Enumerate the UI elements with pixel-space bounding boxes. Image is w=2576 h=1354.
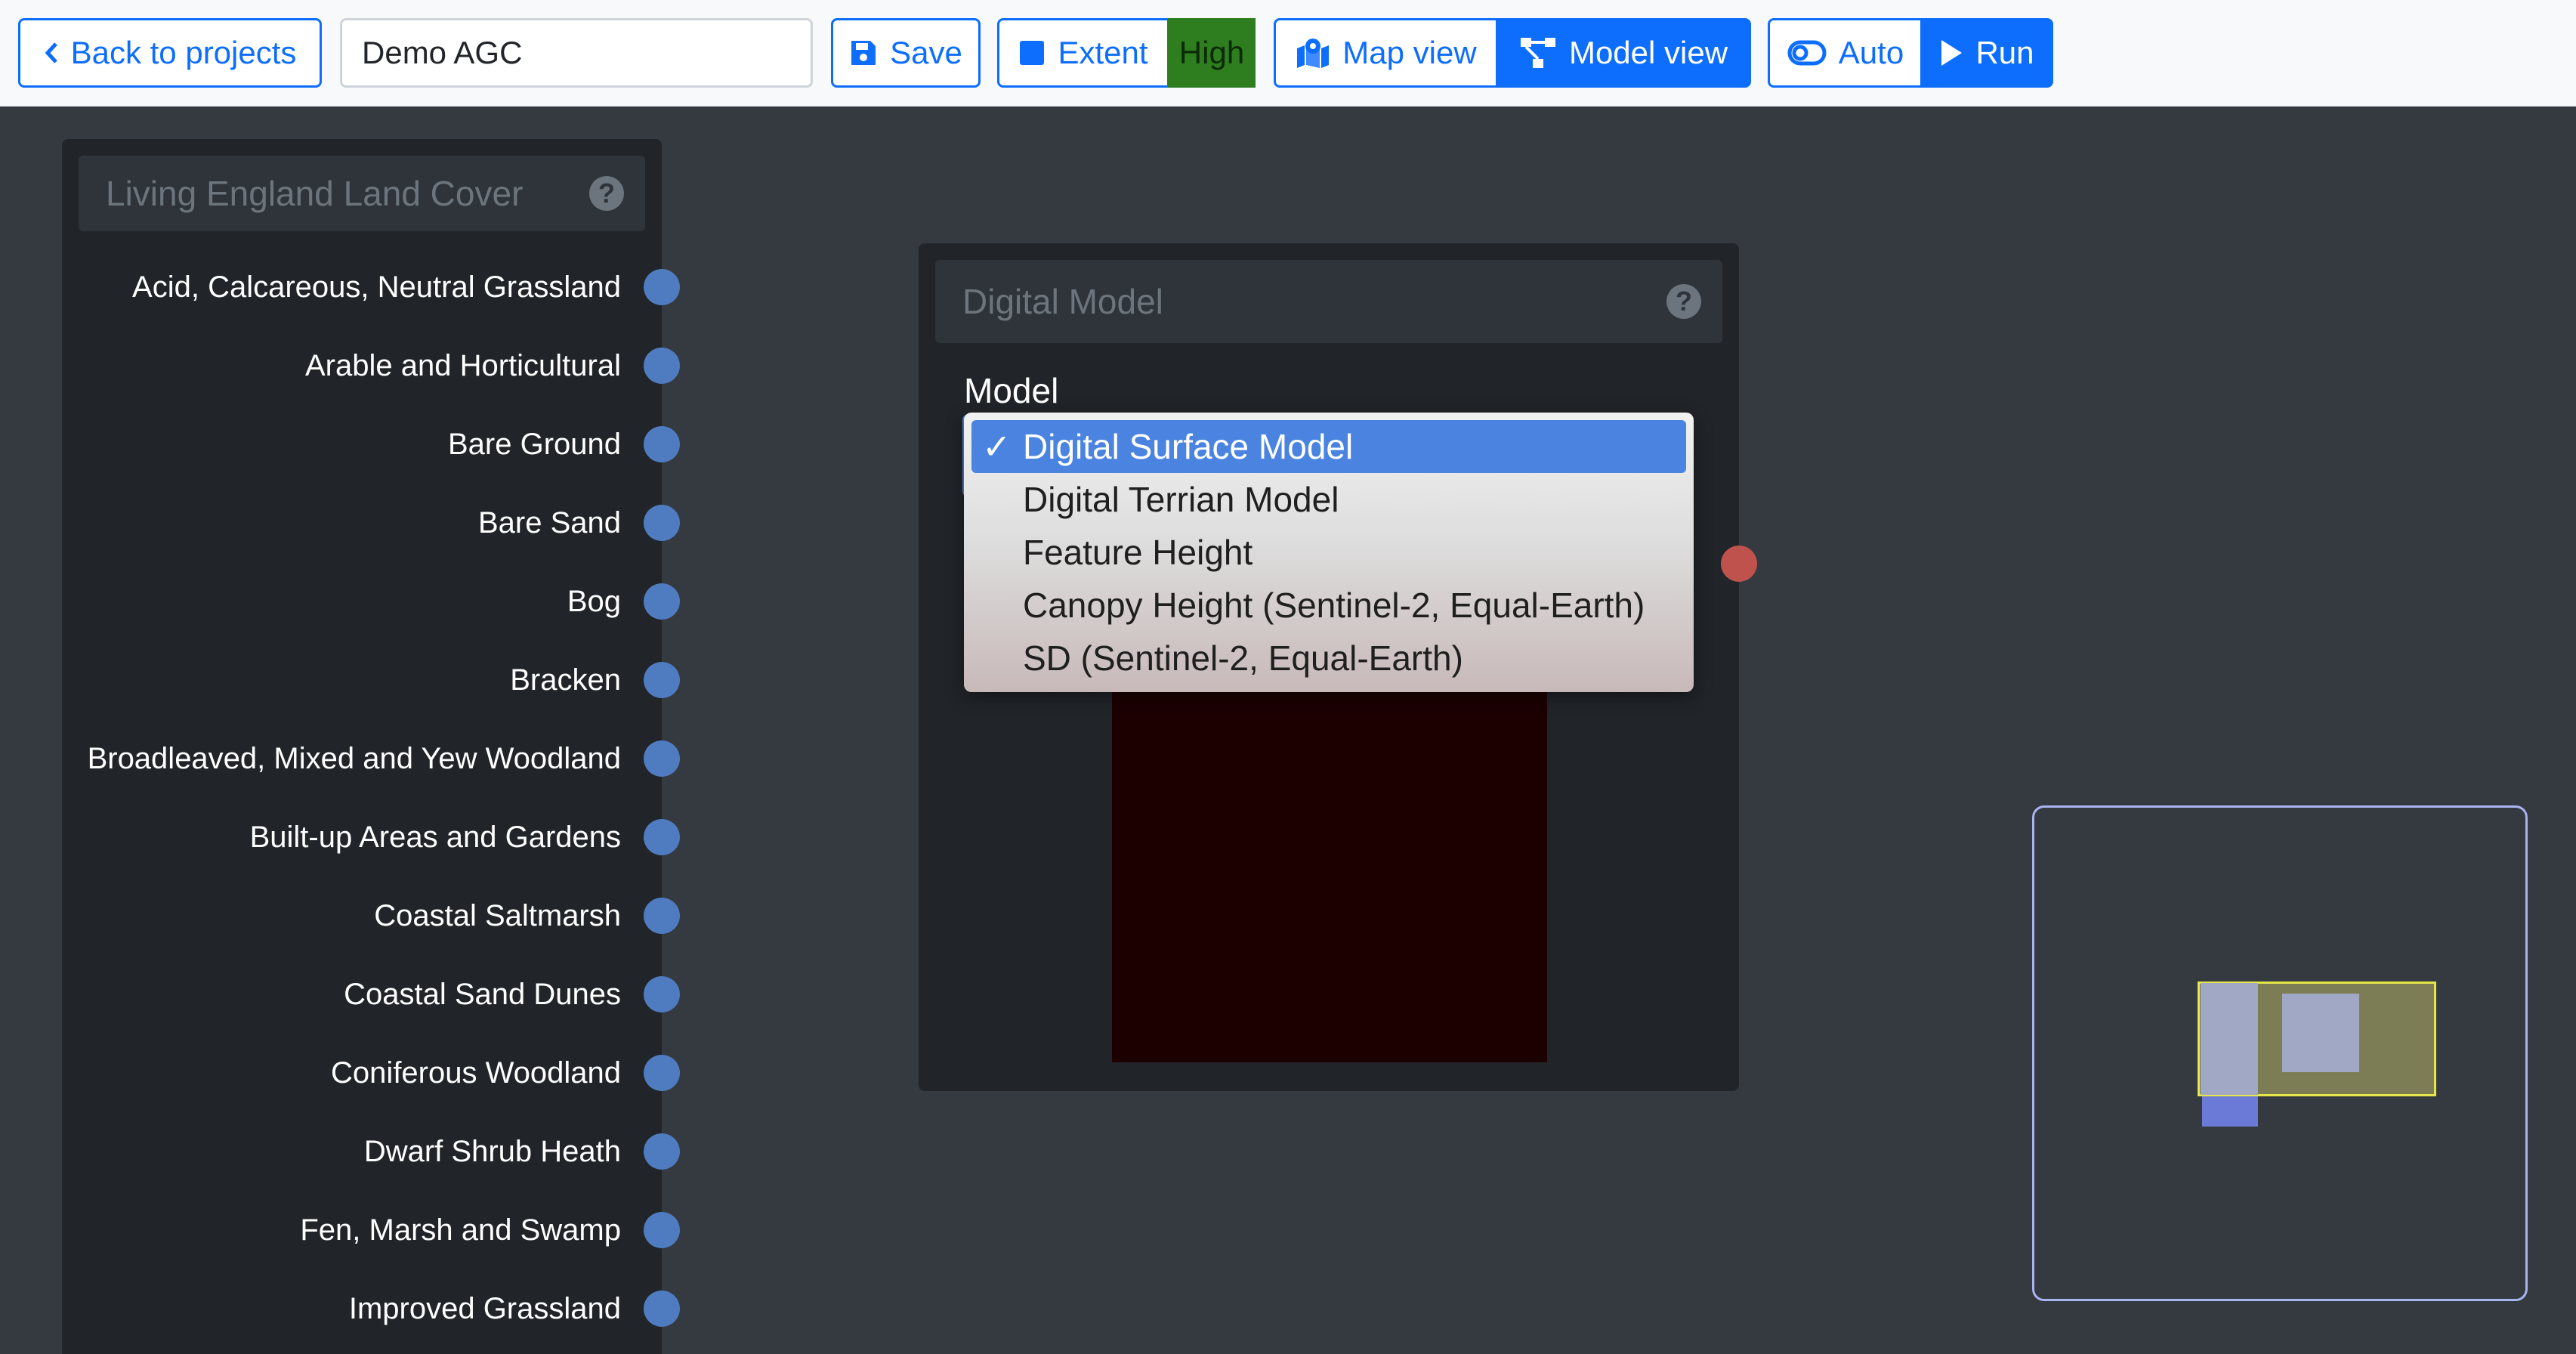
dropdown-option[interactable]: Canopy Height (Sentinel-2, Equal-Earth)	[971, 579, 1686, 632]
output-port[interactable]	[1721, 546, 1757, 582]
auto-toggle-button[interactable]: Auto	[1768, 18, 1923, 88]
output-label: Broadleaved, Mixed and Yew Woodland	[87, 742, 621, 775]
output-row: Coniferous Woodland	[62, 1050, 680, 1096]
output-label: Coastal Saltmarsh	[374, 899, 621, 932]
node-title: Living England Land Cover	[106, 174, 524, 213]
run-button[interactable]: Run	[1920, 18, 2053, 88]
output-row: Broadleaved, Mixed and Yew Woodland	[62, 736, 680, 781]
model-view-label: Model view	[1568, 35, 1728, 70]
output-row: Bare Sand	[62, 500, 680, 546]
output-port[interactable]	[644, 348, 680, 384]
dropdown-option-label: Canopy Height (Sentinel-2, Equal-Earth)	[1023, 586, 1645, 625]
output-port[interactable]	[644, 269, 680, 305]
output-port[interactable]	[644, 898, 680, 934]
output-row: Bog	[62, 579, 680, 624]
dropdown-option-label: Digital Terrian Model	[1023, 480, 1339, 519]
minimap-node	[2202, 1096, 2258, 1127]
model-view-button[interactable]: Model view	[1496, 18, 1751, 88]
dropdown-option[interactable]: SD (Sentinel-2, Equal-Earth)	[971, 632, 1686, 685]
output-label: Bracken	[510, 663, 621, 697]
output-label: Acid, Calcareous, Neutral Grassland	[132, 270, 621, 304]
question-circle-icon[interactable]: ?	[589, 176, 624, 211]
dropdown-option-label: SD (Sentinel-2, Equal-Earth)	[1023, 638, 1463, 678]
extent-button[interactable]: Extent	[997, 18, 1169, 88]
output-row: Acid, Calcareous, Neutral Grassland	[62, 264, 680, 310]
map-view-button[interactable]: Map view	[1274, 18, 1499, 88]
map-marker-icon	[1296, 38, 1330, 68]
output-row: Bare Ground	[62, 422, 680, 467]
output-port[interactable]	[644, 819, 680, 855]
output-row: Coastal Saltmarsh	[62, 893, 680, 938]
output-port[interactable]	[644, 740, 680, 777]
auto-label: Auto	[1838, 35, 1904, 70]
output-label: Arable and Horticultural	[305, 349, 621, 382]
output-port[interactable]	[644, 1212, 680, 1248]
minimap[interactable]	[2032, 805, 2528, 1301]
back-to-projects-label: Back to projects	[70, 35, 297, 70]
output-port[interactable]	[644, 976, 680, 1012]
output-label: Improved Grassland	[348, 1292, 621, 1325]
minimap-node	[2201, 983, 2258, 1095]
output-row: Dwarf Shrub Heath	[62, 1129, 680, 1174]
output-port[interactable]	[644, 1055, 680, 1091]
model-dropdown-list: ✓ Digital Surface Model Digital Terrian …	[964, 413, 1694, 692]
land-cover-node[interactable]: Living England Land Cover ? Acid, Calcar…	[62, 139, 680, 1354]
output-row: Improved Grassland	[62, 1286, 680, 1331]
top-toolbar: Back to projects Save Extent High	[0, 0, 2576, 107]
output-label: Dwarf Shrub Heath	[363, 1135, 621, 1168]
model-field-label: Model	[964, 371, 1059, 410]
project-name-input[interactable]	[340, 18, 813, 88]
output-row: Built-up Areas and Gardens	[62, 815, 680, 860]
output-row: Fen, Marsh and Swamp	[62, 1207, 680, 1253]
output-label: Coastal Sand Dunes	[344, 978, 621, 1011]
node-header[interactable]: Living England Land Cover ?	[79, 156, 645, 231]
map-view-label: Map view	[1342, 35, 1477, 70]
output-port[interactable]	[644, 426, 680, 462]
resolution-badge[interactable]: High	[1168, 18, 1256, 88]
save-button[interactable]: Save	[831, 18, 981, 88]
output-port[interactable]	[644, 662, 680, 698]
output-label: Fen, Marsh and Swamp	[300, 1213, 621, 1247]
minimap-node	[2282, 994, 2359, 1072]
dropdown-option[interactable]: ✓ Digital Surface Model	[971, 420, 1686, 473]
output-port[interactable]	[644, 1291, 680, 1327]
output-port[interactable]	[644, 505, 680, 541]
save-label: Save	[890, 35, 962, 70]
checkmark-icon: ✓	[982, 427, 1012, 466]
output-label: Coniferous Woodland	[331, 1056, 621, 1090]
output-label: Bog	[567, 585, 621, 618]
output-label: Bare Ground	[447, 428, 621, 461]
dropdown-option-label: Feature Height	[1023, 533, 1253, 572]
question-circle-icon[interactable]: ?	[1666, 284, 1701, 319]
run-label: Run	[1975, 35, 2034, 70]
output-row: Coastal Sand Dunes	[62, 972, 680, 1017]
output-port[interactable]	[644, 1133, 680, 1170]
output-row: Bracken	[62, 657, 680, 703]
floppy-disk-icon	[849, 39, 878, 67]
chevron-left-icon	[44, 42, 59, 64]
dropdown-option[interactable]: Digital Terrian Model	[971, 473, 1686, 526]
diagram-icon	[1519, 36, 1557, 70]
back-to-projects-button[interactable]: Back to projects	[18, 18, 322, 88]
output-label: Built-up Areas and Gardens	[249, 821, 621, 854]
dropdown-option-label: Digital Surface Model	[1023, 427, 1354, 466]
extent-label: Extent	[1058, 35, 1148, 70]
output-label: Bare Sand	[477, 506, 621, 539]
output-row: Arable and Horticultural	[62, 343, 680, 388]
dropdown-option[interactable]: Feature Height	[971, 526, 1686, 579]
node-title: Digital Model	[962, 282, 1163, 321]
layer-preview	[1112, 685, 1547, 1062]
node-header[interactable]: Digital Model ?	[935, 260, 1722, 343]
output-port[interactable]	[644, 583, 680, 620]
square-icon	[1018, 39, 1046, 66]
toggle-icon	[1787, 40, 1827, 66]
play-icon	[1939, 39, 1963, 67]
